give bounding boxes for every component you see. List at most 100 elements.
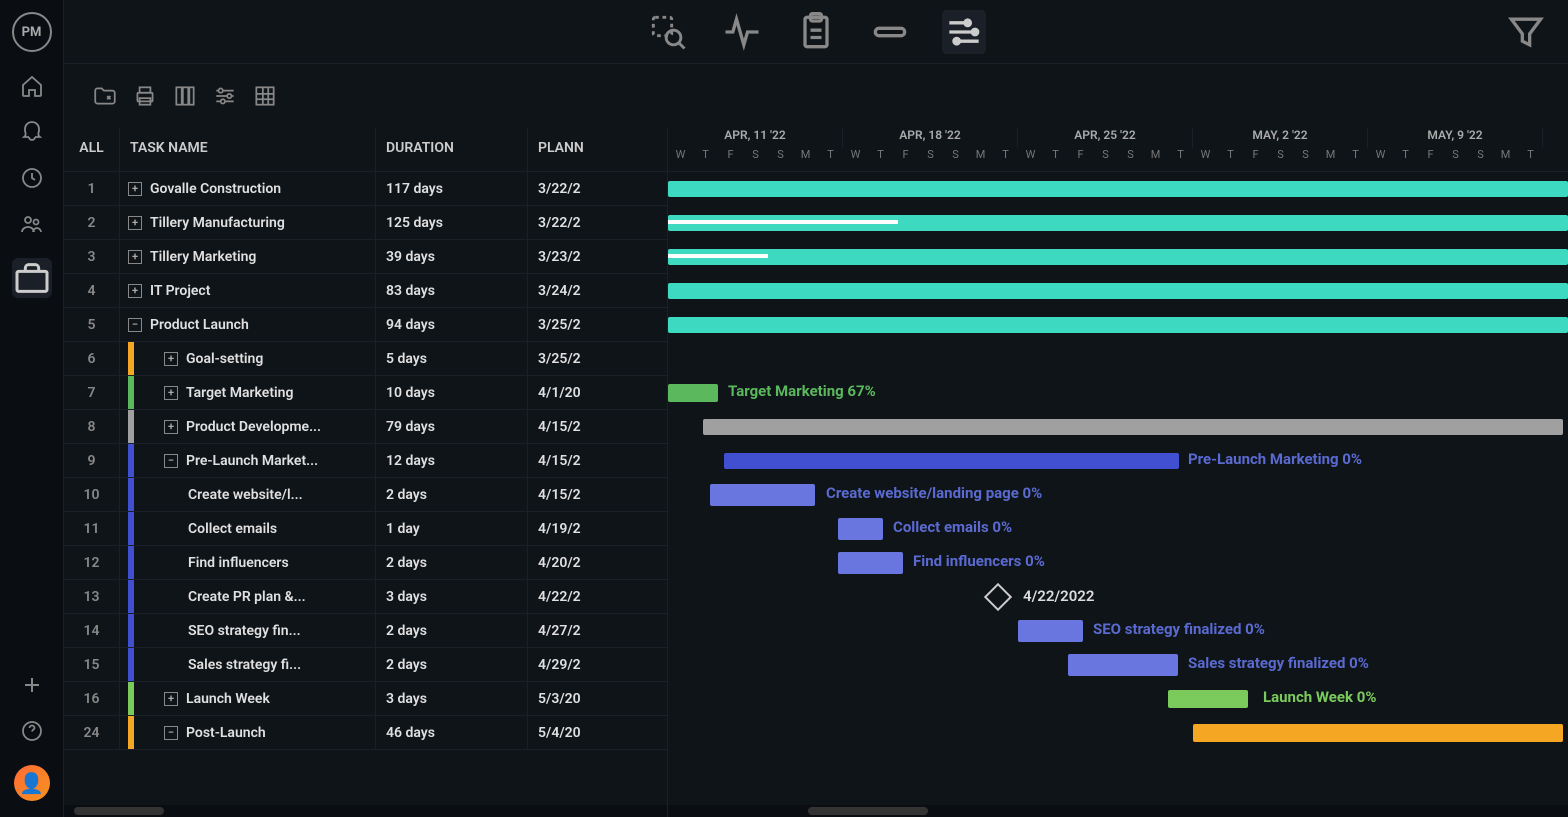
gantt-bar[interactable]	[1168, 690, 1248, 708]
activity-icon[interactable]	[720, 10, 764, 54]
task-name-cell[interactable]: Sales strategy fi...	[120, 648, 376, 681]
planned-date-cell[interactable]: 4/20/2	[528, 546, 667, 579]
col-header-planned[interactable]: PLANN	[528, 128, 667, 171]
gantt-bar[interactable]	[668, 283, 1568, 299]
planned-date-cell[interactable]: 3/24/2	[528, 274, 667, 307]
col-header-all[interactable]: ALL	[64, 128, 120, 171]
gantt-view-icon[interactable]	[942, 10, 986, 54]
planned-date-cell[interactable]: 3/22/2	[528, 172, 667, 205]
home-icon[interactable]	[20, 74, 44, 98]
task-name-cell[interactable]: Create PR plan &...	[120, 580, 376, 613]
people-icon[interactable]	[20, 212, 44, 236]
folder-icon[interactable]	[92, 83, 118, 109]
clipboard-icon[interactable]	[794, 10, 838, 54]
expand-icon[interactable]: +	[164, 420, 178, 434]
task-row[interactable]: 10Create website/l...2 days4/15/2	[64, 478, 667, 512]
user-avatar[interactable]: 👤	[14, 765, 50, 801]
gantt-scrollbar[interactable]	[668, 805, 1568, 817]
task-name-cell[interactable]: −Pre-Launch Market...	[120, 444, 376, 477]
duration-cell[interactable]: 46 days	[376, 716, 528, 749]
plus-icon[interactable]	[20, 673, 44, 697]
app-logo[interactable]: PM	[12, 12, 52, 52]
expand-icon[interactable]: +	[128, 216, 142, 230]
task-row[interactable]: 1+Govalle Construction117 days3/22/2	[64, 172, 667, 206]
col-header-name[interactable]: TASK NAME	[120, 128, 376, 171]
task-row[interactable]: 12Find influencers2 days4/20/2	[64, 546, 667, 580]
duration-cell[interactable]: 3 days	[376, 580, 528, 613]
planned-date-cell[interactable]: 5/3/20	[528, 682, 667, 715]
link-icon[interactable]	[868, 10, 912, 54]
planned-date-cell[interactable]: 5/4/20	[528, 716, 667, 749]
duration-cell[interactable]: 2 days	[376, 546, 528, 579]
gantt-bar[interactable]	[724, 453, 1179, 469]
task-row[interactable]: 15Sales strategy fi...2 days4/29/2	[64, 648, 667, 682]
duration-cell[interactable]: 125 days	[376, 206, 528, 239]
expand-icon[interactable]: +	[164, 692, 178, 706]
gantt-bar[interactable]	[710, 484, 815, 506]
clock-icon[interactable]	[20, 166, 44, 190]
task-name-cell[interactable]: +Tillery Marketing	[120, 240, 376, 273]
task-row[interactable]: 9−Pre-Launch Market...12 days4/15/2	[64, 444, 667, 478]
duration-cell[interactable]: 83 days	[376, 274, 528, 307]
columns-icon[interactable]	[172, 83, 198, 109]
briefcase-icon[interactable]	[12, 258, 52, 298]
duration-cell[interactable]: 94 days	[376, 308, 528, 341]
planned-date-cell[interactable]: 3/22/2	[528, 206, 667, 239]
task-name-cell[interactable]: +Goal-setting	[120, 342, 376, 375]
print-icon[interactable]	[132, 83, 158, 109]
collapse-icon[interactable]: −	[164, 454, 178, 468]
task-name-cell[interactable]: −Post-Launch	[120, 716, 376, 749]
planned-date-cell[interactable]: 4/22/2	[528, 580, 667, 613]
task-name-cell[interactable]: −Product Launch	[120, 308, 376, 341]
planned-date-cell[interactable]: 4/29/2	[528, 648, 667, 681]
expand-icon[interactable]: +	[128, 284, 142, 298]
planned-date-cell[interactable]: 4/1/20	[528, 376, 667, 409]
collapse-icon[interactable]: −	[128, 318, 142, 332]
expand-icon[interactable]: +	[164, 352, 178, 366]
search-zoom-icon[interactable]	[646, 10, 690, 54]
planned-date-cell[interactable]: 4/19/2	[528, 512, 667, 545]
filter-icon[interactable]	[1504, 10, 1548, 54]
planned-date-cell[interactable]: 4/15/2	[528, 410, 667, 443]
gantt-bar[interactable]	[838, 552, 903, 574]
gantt-bar[interactable]	[1068, 654, 1178, 676]
duration-cell[interactable]: 2 days	[376, 614, 528, 647]
task-name-cell[interactable]: +Target Marketing	[120, 376, 376, 409]
duration-cell[interactable]: 79 days	[376, 410, 528, 443]
planned-date-cell[interactable]: 3/25/2	[528, 308, 667, 341]
task-row[interactable]: 4+IT Project83 days3/24/2	[64, 274, 667, 308]
task-name-cell[interactable]: Find influencers	[120, 546, 376, 579]
task-name-cell[interactable]: SEO strategy fin...	[120, 614, 376, 647]
task-name-cell[interactable]: +Launch Week	[120, 682, 376, 715]
duration-cell[interactable]: 39 days	[376, 240, 528, 273]
task-row[interactable]: 2+Tillery Manufacturing125 days3/22/2	[64, 206, 667, 240]
task-row[interactable]: 7+Target Marketing10 days4/1/20	[64, 376, 667, 410]
duration-cell[interactable]: 2 days	[376, 478, 528, 511]
task-name-cell[interactable]: +Govalle Construction	[120, 172, 376, 205]
task-name-cell[interactable]: Collect emails	[120, 512, 376, 545]
gantt-bar[interactable]	[1193, 724, 1563, 742]
expand-icon[interactable]: +	[164, 386, 178, 400]
task-row[interactable]: 5−Product Launch94 days3/25/2	[64, 308, 667, 342]
sliders-icon[interactable]	[212, 83, 238, 109]
duration-cell[interactable]: 12 days	[376, 444, 528, 477]
col-header-duration[interactable]: DURATION	[376, 128, 528, 171]
duration-cell[interactable]: 1 day	[376, 512, 528, 545]
task-row[interactable]: 14SEO strategy fin...2 days4/27/2	[64, 614, 667, 648]
duration-cell[interactable]: 10 days	[376, 376, 528, 409]
help-icon[interactable]	[20, 719, 44, 743]
task-row[interactable]: 6+Goal-setting5 days3/25/2	[64, 342, 667, 376]
task-row[interactable]: 24−Post-Launch46 days5/4/20	[64, 716, 667, 750]
task-row[interactable]: 3+Tillery Marketing39 days3/23/2	[64, 240, 667, 274]
task-row[interactable]: 16+Launch Week3 days5/3/20	[64, 682, 667, 716]
gantt-bar[interactable]	[668, 317, 1568, 333]
gantt-bar[interactable]	[668, 249, 1568, 265]
gantt-bar[interactable]	[1018, 620, 1083, 642]
task-row[interactable]: 13Create PR plan &...3 days4/22/2	[64, 580, 667, 614]
task-name-cell[interactable]: +Product Developme...	[120, 410, 376, 443]
expand-icon[interactable]: +	[128, 250, 142, 264]
grid-scrollbar[interactable]	[64, 805, 667, 817]
planned-date-cell[interactable]: 3/25/2	[528, 342, 667, 375]
planned-date-cell[interactable]: 3/23/2	[528, 240, 667, 273]
grid-icon[interactable]	[252, 83, 278, 109]
